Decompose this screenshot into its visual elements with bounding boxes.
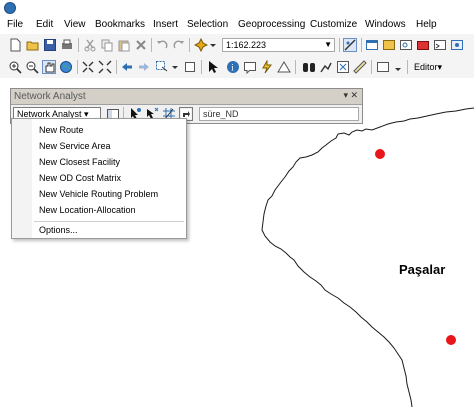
cut-icon[interactable] xyxy=(83,38,97,52)
search-window-icon[interactable] xyxy=(399,38,413,52)
toolbar-separator xyxy=(371,60,372,74)
clear-selection-icon[interactable] xyxy=(183,60,197,74)
toolbar-separator xyxy=(77,60,78,74)
open-folder-icon[interactable] xyxy=(26,38,40,52)
menu-new-vehicle-routing-problem[interactable]: New Vehicle Routing Problem xyxy=(39,189,158,199)
pan-hand-icon[interactable] xyxy=(42,60,56,74)
select-features-icon[interactable] xyxy=(155,60,169,74)
arctoolbox-icon[interactable] xyxy=(416,38,430,52)
map-scale-value: 1:162.223 xyxy=(226,40,267,50)
location-point[interactable] xyxy=(446,335,456,345)
menu-new-closest-facility[interactable]: New Closest Facility xyxy=(39,157,120,167)
add-data-dropdown-icon[interactable] xyxy=(208,38,222,52)
select-features-dropdown-icon[interactable] xyxy=(170,60,184,74)
place-label-pasalar: Paşalar xyxy=(399,262,446,277)
toolbar-separator xyxy=(116,60,117,74)
menu-icon-gutter xyxy=(12,119,32,238)
menu-help[interactable]: Help xyxy=(416,19,437,30)
menu-new-od-cost-matrix[interactable]: New OD Cost Matrix xyxy=(39,173,121,183)
map-scale-combo[interactable]: 1:162.223 ▼ xyxy=(222,38,335,52)
arcmap-app-icon[interactable] xyxy=(4,2,16,14)
location-point[interactable] xyxy=(375,149,385,159)
time-slider-icon[interactable] xyxy=(277,60,291,74)
table-of-contents-icon[interactable] xyxy=(365,38,379,52)
chevron-down-icon[interactable]: ▼ xyxy=(324,39,332,51)
redo-icon[interactable] xyxy=(172,38,186,52)
network-analyst-menu: New Route New Service Area New Closest F… xyxy=(11,118,187,239)
menu-selection[interactable]: Selection xyxy=(187,19,228,30)
menu-file[interactable]: File xyxy=(7,19,23,30)
create-viewer-window-icon[interactable] xyxy=(376,60,390,74)
new-document-icon[interactable] xyxy=(8,38,22,52)
toolbar-separator xyxy=(295,60,296,74)
add-data-icon[interactable] xyxy=(194,38,208,52)
network-analyst-titlebar[interactable]: Network Analyst ▾ ✕ xyxy=(11,89,362,105)
delete-icon[interactable] xyxy=(134,38,148,52)
toolbar-options-icon[interactable] xyxy=(393,60,407,74)
back-arrow-icon[interactable] xyxy=(120,60,134,74)
menu-bar: File Edit View Bookmarks Insert Selectio… xyxy=(0,16,474,34)
menu-bookmarks[interactable]: Bookmarks xyxy=(95,19,145,30)
menu-view[interactable]: View xyxy=(64,19,86,30)
editor-toolbar-icon[interactable] xyxy=(343,38,357,52)
find-route-icon[interactable] xyxy=(319,60,333,74)
toolbar-separator xyxy=(407,60,408,74)
menu-new-location-allocation[interactable]: New Location-Allocation xyxy=(39,205,136,215)
fixed-zoom-in-icon[interactable] xyxy=(81,60,95,74)
paste-icon[interactable] xyxy=(117,38,131,52)
forward-arrow-icon[interactable] xyxy=(137,60,151,74)
toolbar-separator xyxy=(151,38,152,52)
network-dataset-combo[interactable]: süre_ND xyxy=(199,107,359,121)
go-to-xy-icon[interactable] xyxy=(336,60,350,74)
editor-menu-button[interactable]: Editor▾ xyxy=(414,60,442,74)
measure-icon[interactable] xyxy=(353,60,367,74)
toolbar-separator xyxy=(78,38,79,52)
menu-insert[interactable]: Insert xyxy=(153,19,178,30)
find-binoculars-icon[interactable] xyxy=(302,60,316,74)
full-extent-globe-icon[interactable] xyxy=(59,60,73,74)
region-boundary xyxy=(261,107,474,408)
menu-geoprocessing[interactable]: Geoprocessing xyxy=(238,19,305,30)
print-icon[interactable] xyxy=(60,38,74,52)
menu-customize[interactable]: Customize xyxy=(310,19,357,30)
toolbar-separator xyxy=(339,38,340,52)
toolbar-separator xyxy=(189,38,190,52)
menu-windows[interactable]: Windows xyxy=(365,19,406,30)
model-builder-icon[interactable] xyxy=(450,38,464,52)
python-window-icon[interactable] xyxy=(433,38,447,52)
network-analyst-title: Network Analyst xyxy=(14,91,86,102)
menu-options[interactable]: Options... xyxy=(39,225,78,235)
identify-icon[interactable]: i xyxy=(226,60,240,74)
save-icon[interactable] xyxy=(43,38,57,52)
window-controls[interactable]: ▾ ✕ xyxy=(343,90,358,101)
title-bar xyxy=(0,0,474,16)
catalog-window-icon[interactable] xyxy=(382,38,396,52)
menu-separator xyxy=(34,221,184,222)
menu-new-route[interactable]: New Route xyxy=(39,125,84,135)
hyperlink-icon[interactable] xyxy=(260,60,274,74)
fixed-zoom-out-icon[interactable] xyxy=(98,60,112,74)
undo-icon[interactable] xyxy=(155,38,169,52)
copy-icon[interactable] xyxy=(100,38,114,52)
menu-edit[interactable]: Edit xyxy=(36,19,53,30)
toolbar-separator xyxy=(361,38,362,52)
tools-toolbar: i Editor▾ xyxy=(0,56,474,79)
html-popup-icon[interactable] xyxy=(243,60,257,74)
select-elements-arrow-icon[interactable] xyxy=(206,60,220,74)
zoom-out-icon[interactable] xyxy=(25,60,39,74)
menu-new-service-area[interactable]: New Service Area xyxy=(39,141,111,151)
zoom-in-icon[interactable] xyxy=(8,60,22,74)
standard-toolbar: 1:162.223 ▼ xyxy=(0,34,474,57)
toolbar-separator xyxy=(201,60,202,74)
